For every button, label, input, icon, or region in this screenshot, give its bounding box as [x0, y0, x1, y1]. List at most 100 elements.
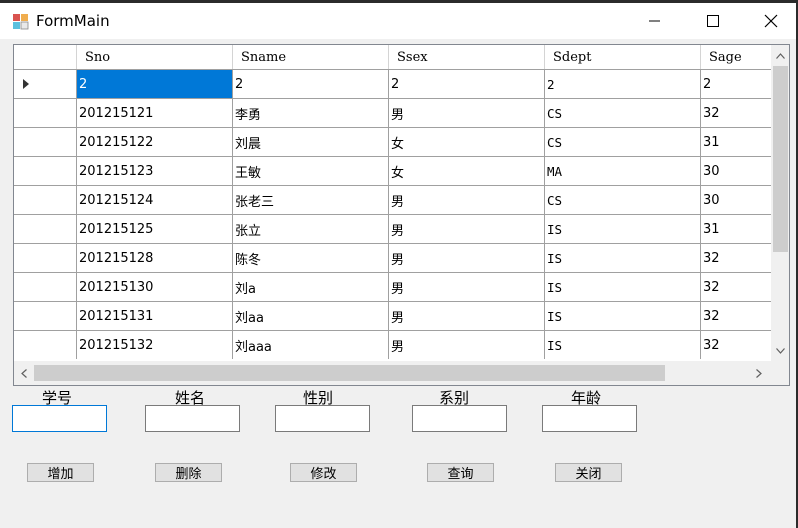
maximize-button[interactable]: [690, 3, 736, 39]
row-header[interactable]: [14, 331, 77, 359]
table-row[interactable]: 201215131 刘aa 男 IS 32: [14, 302, 772, 331]
row-header[interactable]: [14, 157, 77, 185]
cell-sno[interactable]: 201215128: [77, 244, 233, 272]
cell-sno[interactable]: 201215124: [77, 186, 233, 214]
cell-sname[interactable]: 李勇: [233, 99, 389, 127]
cell-sno[interactable]: 201215132: [77, 331, 233, 359]
sno-input[interactable]: [12, 405, 107, 432]
table-row[interactable]: 201215132 刘aaa 男 IS 32: [14, 331, 772, 359]
row-header[interactable]: [14, 302, 77, 330]
cell-ssex[interactable]: 男: [389, 331, 545, 359]
table-row[interactable]: 201215121 李勇男 CS 32: [14, 99, 772, 128]
cell-sno[interactable]: 201215125: [77, 215, 233, 243]
column-header-sdept[interactable]: Sdept: [545, 45, 701, 69]
scroll-right-icon[interactable]: [749, 361, 769, 385]
cell-sdept[interactable]: CS: [545, 186, 701, 214]
cell-sno[interactable]: 2: [77, 70, 233, 98]
cell-sdept[interactable]: IS: [545, 244, 701, 272]
cell-sdept[interactable]: CS: [545, 99, 701, 127]
cell-sname[interactable]: 陈冬: [233, 244, 389, 272]
vertical-scrollbar[interactable]: [771, 45, 789, 361]
cell-sname[interactable]: 刘晨: [233, 128, 389, 156]
row-header[interactable]: [14, 70, 77, 98]
student-data-grid[interactable]: Sno Sname Ssex Sdept Sage 2 2 2 2 2 201215121…: [13, 44, 790, 386]
column-header-sname[interactable]: Sname: [233, 45, 389, 69]
cell-sdept[interactable]: IS: [545, 273, 701, 301]
cell-sage[interactable]: 2: [701, 70, 772, 98]
delete-button[interactable]: 删除: [155, 463, 222, 482]
cell-ssex[interactable]: 男: [389, 273, 545, 301]
query-button[interactable]: 查询: [427, 463, 494, 482]
cell-sdept[interactable]: CS: [545, 128, 701, 156]
cell-ssex[interactable]: 男: [389, 302, 545, 330]
cell-ssex[interactable]: 男: [389, 99, 545, 127]
cell-sage[interactable]: 32: [701, 244, 772, 272]
cell-ssex[interactable]: 女: [389, 128, 545, 156]
modify-button[interactable]: 修改: [290, 463, 357, 482]
scroll-down-icon[interactable]: [771, 341, 789, 361]
cell-sage[interactable]: 30: [701, 157, 772, 185]
table-row[interactable]: 201215122 刘晨女 CS 31: [14, 128, 772, 157]
scroll-up-icon[interactable]: [771, 45, 789, 66]
column-header-ssex[interactable]: Ssex: [389, 45, 545, 69]
cell-sage[interactable]: 32: [701, 273, 772, 301]
row-header[interactable]: [14, 215, 77, 243]
cell-ssex[interactable]: 男: [389, 244, 545, 272]
cell-sdept[interactable]: 2: [545, 70, 701, 98]
row-header-corner[interactable]: [14, 45, 77, 69]
title-bar[interactable]: FormMain: [0, 3, 796, 39]
cell-sdept[interactable]: IS: [545, 302, 701, 330]
cell-sname[interactable]: 刘aa: [233, 302, 389, 330]
close-button[interactable]: 关闭: [555, 463, 622, 482]
table-row[interactable]: 201215124 张老三男 CS 30: [14, 186, 772, 215]
table-row[interactable]: 201215128 陈冬男 IS 32: [14, 244, 772, 273]
ssex-input[interactable]: [275, 405, 370, 432]
cell-sname[interactable]: 刘aaa: [233, 331, 389, 359]
cell-sage[interactable]: 30: [701, 186, 772, 214]
cell-ssex[interactable]: 2: [389, 70, 545, 98]
cell-sdept[interactable]: MA: [545, 157, 701, 185]
close-window-button[interactable]: [748, 3, 794, 39]
add-button[interactable]: 增加: [27, 463, 94, 482]
cell-sage[interactable]: 32: [701, 331, 772, 359]
cell-sage[interactable]: 32: [701, 302, 772, 330]
cell-sname[interactable]: 2: [233, 70, 389, 98]
horizontal-scrollbar[interactable]: [14, 361, 771, 385]
column-header-sno[interactable]: Sno: [77, 45, 233, 69]
cell-sname[interactable]: 张立: [233, 215, 389, 243]
sage-input[interactable]: [542, 405, 637, 432]
cell-sdept[interactable]: IS: [545, 215, 701, 243]
row-header[interactable]: [14, 273, 77, 301]
cell-sno[interactable]: 201215131: [77, 302, 233, 330]
cell-ssex[interactable]: 女: [389, 157, 545, 185]
cell-sno[interactable]: 201215130: [77, 273, 233, 301]
cell-sdept[interactable]: IS: [545, 331, 701, 359]
horizontal-scroll-thumb[interactable]: [34, 365, 665, 381]
cell-sname[interactable]: 刘a: [233, 273, 389, 301]
cell-sage[interactable]: 31: [701, 215, 772, 243]
scroll-left-icon[interactable]: [14, 361, 34, 385]
cell-sno[interactable]: 201215123: [77, 157, 233, 185]
cell-ssex[interactable]: 男: [389, 186, 545, 214]
row-header[interactable]: [14, 99, 77, 127]
row-header[interactable]: [14, 186, 77, 214]
vertical-scroll-thumb[interactable]: [773, 66, 788, 252]
table-row[interactable]: 201215125 张立男 IS 31: [14, 215, 772, 244]
minimize-button[interactable]: [632, 3, 678, 39]
column-header-sage[interactable]: Sage: [701, 45, 772, 69]
cell-sage[interactable]: 31: [701, 128, 772, 156]
cell-ssex[interactable]: 男: [389, 215, 545, 243]
row-header[interactable]: [14, 244, 77, 272]
sdept-input[interactable]: [412, 405, 507, 432]
minimize-icon: [649, 20, 660, 22]
table-row[interactable]: 22222: [14, 70, 772, 99]
cell-sname[interactable]: 张老三: [233, 186, 389, 214]
row-header[interactable]: [14, 128, 77, 156]
cell-sage[interactable]: 32: [701, 99, 772, 127]
cell-sno[interactable]: 201215122: [77, 128, 233, 156]
table-row[interactable]: 201215123 王敏女 MA 30: [14, 157, 772, 186]
cell-sno[interactable]: 201215121: [77, 99, 233, 127]
sname-input[interactable]: [145, 405, 240, 432]
cell-sname[interactable]: 王敏: [233, 157, 389, 185]
table-row[interactable]: 201215130 刘a 男 IS 32: [14, 273, 772, 302]
